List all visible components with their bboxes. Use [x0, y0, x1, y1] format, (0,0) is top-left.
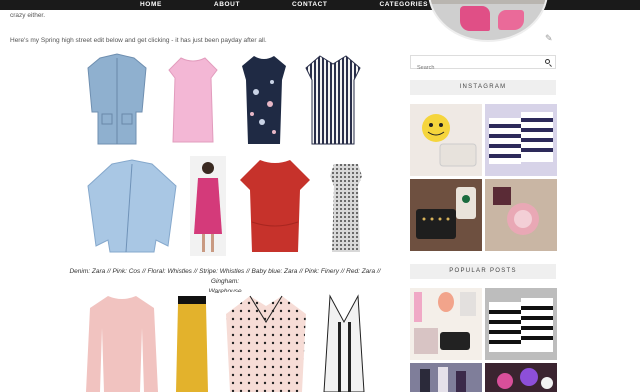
instagram-widget-title: INSTAGRAM	[410, 80, 556, 95]
product-image-denim-jacket[interactable]	[82, 52, 152, 148]
search-input[interactable]	[411, 62, 531, 74]
caption-line: Denim: Zara // Pink: Cos // Floral: Whis…	[69, 268, 381, 285]
instagram-photo[interactable]	[410, 179, 482, 251]
popular-posts-widget-title: POPULAR POSTS	[410, 264, 556, 279]
instagram-photo[interactable]	[410, 104, 482, 176]
instagram-photo[interactable]	[485, 179, 557, 251]
post-text-line: crazy either.	[10, 12, 46, 19]
popular-post-thumbnail[interactable]	[410, 363, 482, 392]
product-image-pink-wrap-dress[interactable]	[190, 156, 226, 256]
product-image-gingham-dress[interactable]	[324, 156, 368, 256]
post-text-intro: Here's my Spring high street edit below …	[10, 37, 267, 44]
search-icon[interactable]	[545, 59, 550, 64]
instagram-photo[interactable]	[485, 104, 557, 176]
popular-post-thumbnail[interactable]	[485, 288, 557, 360]
product-image-floral-dress[interactable]	[236, 52, 292, 148]
pin-icon[interactable]: ✎	[545, 33, 553, 44]
product-image-baby-blue-jacket[interactable]	[82, 156, 182, 256]
popular-post-thumbnail[interactable]	[485, 363, 557, 392]
header-profile-image	[428, 0, 548, 42]
product-image-polka-pyjama-shirt[interactable]	[222, 292, 310, 392]
product-image-pink-dress[interactable]	[159, 52, 227, 148]
product-image-stripe-cami[interactable]	[318, 292, 370, 392]
product-image-mustard-skirt[interactable]	[170, 292, 214, 392]
nav-about[interactable]: ABOUT	[214, 0, 240, 10]
sidebar-search	[410, 55, 556, 74]
nav-contact[interactable]: CONTACT	[292, 0, 328, 10]
popular-post-thumbnail[interactable]	[410, 288, 482, 360]
product-image-red-dress[interactable]	[234, 156, 316, 256]
nav-categories[interactable]: CATEGORIES	[380, 0, 429, 10]
nav-home[interactable]: HOME	[140, 0, 162, 10]
product-image-blush-knit[interactable]	[82, 292, 162, 392]
product-image-stripe-dress[interactable]	[302, 52, 364, 148]
